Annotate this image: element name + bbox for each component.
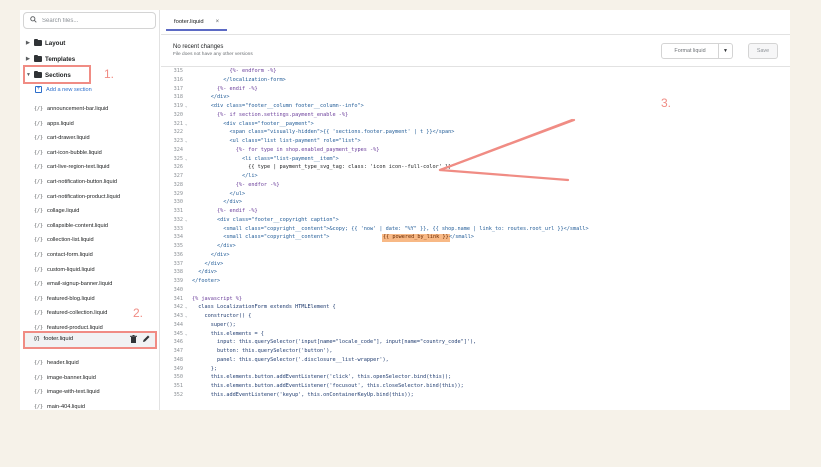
arrowhead xyxy=(438,118,576,182)
annotation-arrow xyxy=(438,118,576,182)
app-window: ▶ Layout ▶ Templates ▼ Sections 1. + Add… xyxy=(20,10,790,410)
